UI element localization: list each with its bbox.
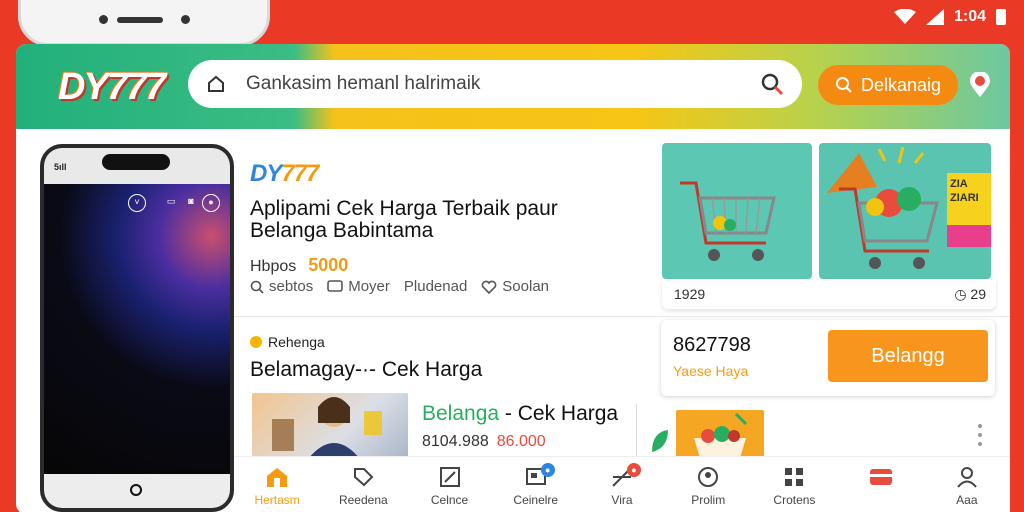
price-label: Hbpos	[250, 258, 297, 275]
offer-note: Yaese Haya	[673, 363, 749, 379]
more-options-icon[interactable]	[977, 424, 983, 446]
produce-basket-image[interactable]	[676, 410, 764, 460]
heart-icon	[481, 280, 497, 294]
tile-count: 1929	[674, 286, 706, 302]
bottom-navigation: Hertasm Reedena Celnce ● Ceinelre ● Vira…	[234, 456, 1010, 512]
notification-badge: ●	[626, 463, 641, 477]
action-like[interactable]: Soolan	[481, 278, 549, 295]
battery-icon	[996, 9, 1006, 25]
speaker-grill	[117, 17, 163, 23]
product-price: Hbpos 5000	[250, 255, 348, 276]
promo-badge: ZIA ZIARI	[947, 173, 991, 247]
tiles-footer: 1929 ◷ 29	[662, 279, 996, 309]
nav-item-profile[interactable]: Prolim	[665, 457, 751, 512]
vertical-divider	[636, 404, 637, 458]
status-time: 1:04	[953, 8, 986, 25]
shopping-cart-icon	[680, 181, 776, 261]
comment-icon	[327, 279, 344, 292]
signal-icon	[925, 9, 944, 25]
app-header: DY777 Gankasim hemanl halrimaik Delkanai…	[16, 44, 1010, 129]
search-icon	[250, 280, 264, 294]
nav-item-wallet[interactable]	[838, 457, 924, 512]
app-logo[interactable]: DY777	[58, 66, 166, 109]
grocery-cart-image[interactable]: ZIA ZIARI	[819, 143, 991, 279]
phone-bottom-bar	[44, 474, 230, 508]
phone-notch	[102, 154, 170, 170]
notification-badge: ●	[540, 463, 555, 477]
section-title: Belamagay-·- Cek Harga	[250, 358, 483, 381]
leaf-icon	[652, 430, 668, 452]
phone-status-bar: 5ıll	[44, 148, 230, 184]
nav-item-edit[interactable]: Celnce	[407, 457, 493, 512]
home-icon	[264, 465, 290, 489]
search-bar[interactable]: Gankasim hemanl halrimaik	[188, 60, 802, 108]
phone-mockup: 5ıll ˅ ▭ ◙ ●	[40, 144, 234, 512]
search-input[interactable]: Gankasim hemanl halrimaik	[246, 73, 760, 95]
wifi-icon	[893, 9, 916, 24]
tag-icon	[350, 465, 376, 489]
sensor-dot	[99, 15, 108, 24]
card-logo: DY777	[250, 160, 319, 187]
status-bar: 1:04	[893, 6, 1006, 28]
camera-dot	[181, 15, 190, 24]
home-button-icon[interactable]	[130, 484, 142, 496]
search-icon	[835, 77, 852, 93]
shopping-cart-image[interactable]	[662, 143, 812, 279]
wallet-icon	[868, 465, 894, 489]
record-icon[interactable]: ●	[202, 194, 220, 212]
nav-item-explore[interactable]: ● Vira	[579, 457, 665, 512]
offer-price: 8627798	[673, 334, 751, 356]
product-actions: sebtos Moyer Pludenad Soolan	[250, 278, 549, 295]
search-icon[interactable]	[760, 72, 784, 96]
nav-item-readings[interactable]: Reedena	[320, 457, 406, 512]
section-divider	[234, 316, 1010, 317]
nav-item-home[interactable]: Hertasm	[234, 457, 320, 512]
buy-button[interactable]: Belangg	[828, 330, 988, 382]
cta-label: Delkanaig	[860, 74, 942, 95]
shopper-photo[interactable]	[252, 393, 408, 459]
clock-icon: ◷	[954, 285, 967, 302]
edit-icon	[437, 465, 463, 489]
price-value: 5000	[308, 255, 349, 275]
item-price: 8104.988 86.000	[422, 433, 546, 451]
item-price-new: 86.000	[496, 433, 546, 450]
location-pin-icon[interactable]	[968, 72, 992, 98]
grid-icon	[781, 465, 807, 489]
camera-icon[interactable]: ◙	[182, 194, 200, 212]
person-image	[272, 397, 382, 459]
product-title[interactable]: Aplipami Cek Harga Terbaik paur Belanga …	[250, 198, 630, 242]
offer-card: 8627798 Yaese Haya Belangg	[661, 320, 995, 396]
phone-screen: ˅ ▭ ◙ ●	[44, 184, 230, 474]
battery-icon: ▭	[166, 196, 176, 206]
nav-item-messages[interactable]: ● Ceinelre	[493, 457, 579, 512]
phone-signal: 5ıll	[54, 162, 67, 172]
background-phone	[18, 0, 270, 46]
chevron-down-icon[interactable]: ˅	[128, 194, 146, 212]
nav-item-categories[interactable]: Crotens	[751, 457, 837, 512]
action-comment[interactable]: Moyer	[327, 278, 390, 295]
header-cta-button[interactable]: Delkanaig	[818, 65, 958, 105]
coin-icon	[250, 336, 262, 348]
basket-icon	[694, 412, 748, 458]
tile-views: ◷ 29	[954, 285, 986, 302]
item-price-old: 8104.988	[422, 433, 489, 450]
nav-item-account[interactable]: Aaa	[924, 457, 1010, 512]
action-search[interactable]: sebtos	[250, 278, 313, 295]
category-label: Rehenga	[250, 334, 325, 350]
action-details[interactable]: Pludenad	[404, 278, 467, 295]
home-outline-icon	[208, 75, 224, 92]
user-icon	[954, 465, 980, 489]
item-title[interactable]: Belanga - Cek Harga	[422, 402, 618, 426]
profile-icon	[695, 465, 721, 489]
